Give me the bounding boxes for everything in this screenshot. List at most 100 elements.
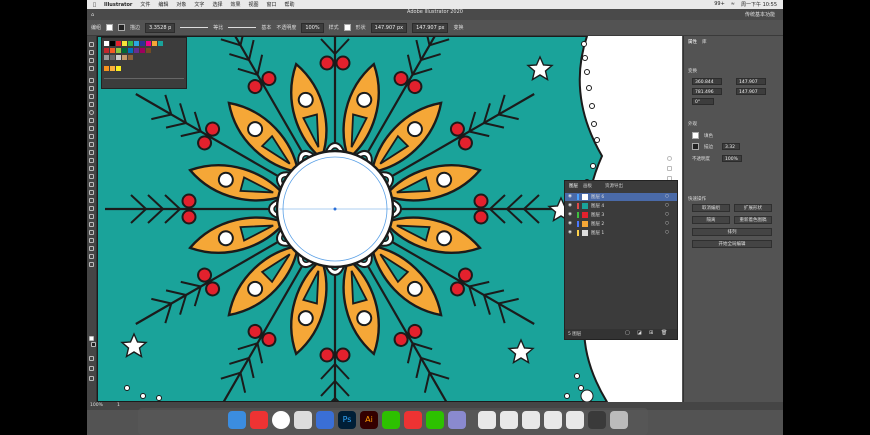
screen-mode-icon[interactable]	[89, 376, 94, 381]
menu-select[interactable]: 选择	[212, 1, 222, 8]
column-graph-tool-icon[interactable]	[89, 230, 94, 235]
line-tool-icon[interactable]	[89, 102, 94, 107]
rotate-tool-icon[interactable]	[89, 142, 94, 147]
stroke-color-icon[interactable]	[91, 342, 96, 347]
swatch-gray[interactable]	[104, 55, 109, 60]
eyedropper-tool-icon[interactable]	[89, 206, 94, 211]
swatch-magenta[interactable]	[146, 41, 151, 46]
clock[interactable]: 周一下午 10:55	[741, 1, 777, 8]
menu-window[interactable]: 窗口	[266, 1, 276, 8]
layer-name[interactable]: 图层 6	[591, 194, 604, 200]
menu-object[interactable]: 对象	[176, 1, 186, 8]
new-layer-icon[interactable]: ▢	[625, 330, 630, 336]
w-field[interactable]: 147.907	[736, 78, 766, 85]
brushes-panel-icon[interactable]	[667, 166, 672, 171]
h-field[interactable]: 147.907	[736, 88, 766, 95]
hand-tool-icon[interactable]	[89, 254, 94, 259]
slice-tool-icon[interactable]	[89, 246, 94, 251]
swatches-panel[interactable]	[101, 37, 187, 89]
swatch-darkred[interactable]	[104, 48, 109, 53]
menu-edit[interactable]: 编辑	[158, 1, 168, 8]
swatch-vermilion[interactable]	[110, 48, 115, 53]
home-icon[interactable]: ⌂	[91, 12, 94, 18]
tab-properties[interactable]: 属性	[688, 39, 697, 45]
x-field[interactable]: 360.844	[692, 78, 722, 85]
stroke-profile-preview[interactable]	[180, 27, 209, 28]
fill-swatch-panel[interactable]	[692, 132, 699, 139]
swatch-brown[interactable]	[146, 48, 151, 53]
y-field[interactable]: 781.496	[692, 88, 722, 95]
free-transform-tool-icon[interactable]	[89, 166, 94, 171]
layer-name[interactable]: 图层 2	[591, 221, 604, 227]
layer-row[interactable]: ◉ 图层 2 ○	[565, 220, 677, 228]
swatch-lime[interactable]	[116, 48, 121, 53]
curvature-tool-icon[interactable]	[89, 86, 94, 91]
zoom-tool-icon[interactable]	[89, 262, 94, 267]
layer-row[interactable]: ◉ 图层 6 ○	[565, 193, 677, 201]
layer-target-icon[interactable]: ○	[665, 194, 669, 199]
paintbrush-tool-icon[interactable]	[89, 118, 94, 123]
document-icon[interactable]	[544, 411, 562, 429]
trash-icon[interactable]	[610, 411, 628, 429]
menu-effect[interactable]: 效果	[230, 1, 240, 8]
swatch-green[interactable]	[128, 41, 133, 46]
start-global-edit-button[interactable]: 开始全局编辑	[692, 240, 772, 248]
expand-shape-button[interactable]: 扩展形状	[734, 204, 772, 212]
layer-row[interactable]: ◉ 图层 4 ○	[565, 202, 677, 210]
visibility-eye-icon[interactable]: ◉	[568, 230, 572, 235]
width-tool-icon[interactable]	[89, 158, 94, 163]
swatch-teal[interactable]	[158, 41, 163, 46]
layer-target-icon[interactable]: ○	[665, 212, 669, 217]
visibility-eye-icon[interactable]: ◉	[568, 194, 572, 199]
menu-type[interactable]: 文字	[194, 1, 204, 8]
width-field[interactable]: 147.907 px	[370, 22, 408, 33]
ungroup-button[interactable]: 取消编组	[692, 204, 730, 212]
transform-link[interactable]: 变换	[453, 24, 463, 31]
stroke-style[interactable]: 等比	[213, 24, 223, 31]
swatch-bronze[interactable]	[128, 55, 133, 60]
direct-selection-tool-icon[interactable]	[89, 50, 94, 55]
layers-panel[interactable]: 图层 画板 资源导出 ◉ 图层 6 ○ ◉ 图层 4 ○ ◉ 图层 3 ○ ◉	[564, 180, 678, 340]
type-tool-icon[interactable]	[89, 94, 94, 99]
document-icon[interactable]	[522, 411, 540, 429]
swatch-gold[interactable]	[110, 66, 115, 71]
artboard-tool-icon[interactable]	[89, 238, 94, 243]
appearance-panel-icon[interactable]	[667, 156, 672, 161]
mesh-tool-icon[interactable]	[89, 190, 94, 195]
swatch-orange[interactable]	[152, 41, 157, 46]
eraser-tool-icon[interactable]	[89, 134, 94, 139]
layer-name[interactable]: 图层 4	[591, 203, 604, 209]
layer-target-icon[interactable]: ○	[665, 203, 669, 208]
browser-icon[interactable]	[316, 411, 334, 429]
arrange-button[interactable]: 排列	[692, 228, 772, 236]
tab-artboards[interactable]: 画板	[583, 183, 592, 189]
document-icon[interactable]	[478, 411, 496, 429]
chrome-icon[interactable]	[272, 411, 290, 429]
wifi-icon[interactable]: ≈	[731, 1, 735, 8]
drawing-mode-icon[interactable]	[89, 366, 94, 371]
illustrator-icon[interactable]: Ai	[360, 411, 378, 429]
stroke-swatch[interactable]	[118, 24, 126, 31]
opacity-field[interactable]: 100%	[301, 22, 324, 33]
clipping-mask-icon[interactable]: ◪	[637, 330, 642, 336]
wechat-alt-icon[interactable]	[426, 411, 444, 429]
swatch-darkgray[interactable]	[110, 55, 115, 60]
symbol-sprayer-tool-icon[interactable]	[89, 222, 94, 227]
fill-color-icon[interactable]	[89, 336, 94, 341]
pencil-tool-icon[interactable]	[89, 126, 94, 131]
new-sublayer-icon[interactable]: ⊞	[649, 330, 653, 336]
pen-tool-icon[interactable]	[89, 78, 94, 83]
recolor-button[interactable]: 重新着色图稿	[734, 216, 772, 224]
swatch-lightgray[interactable]	[116, 55, 121, 60]
menu-help[interactable]: 帮助	[285, 1, 295, 8]
tab-libraries[interactable]: 库	[702, 39, 707, 45]
shape-builder-tool-icon[interactable]	[89, 174, 94, 179]
scale-tool-icon[interactable]	[89, 150, 94, 155]
finder-icon[interactable]	[228, 411, 246, 429]
visibility-eye-icon[interactable]: ◉	[568, 212, 572, 217]
swatch-purple[interactable]	[134, 48, 139, 53]
delete-layer-icon[interactable]: 🗑	[661, 330, 667, 336]
brush-label[interactable]: 基本	[261, 24, 271, 31]
swatch-yellow[interactable]	[122, 41, 127, 46]
tab-asset-export[interactable]: 资源导出	[605, 183, 623, 189]
